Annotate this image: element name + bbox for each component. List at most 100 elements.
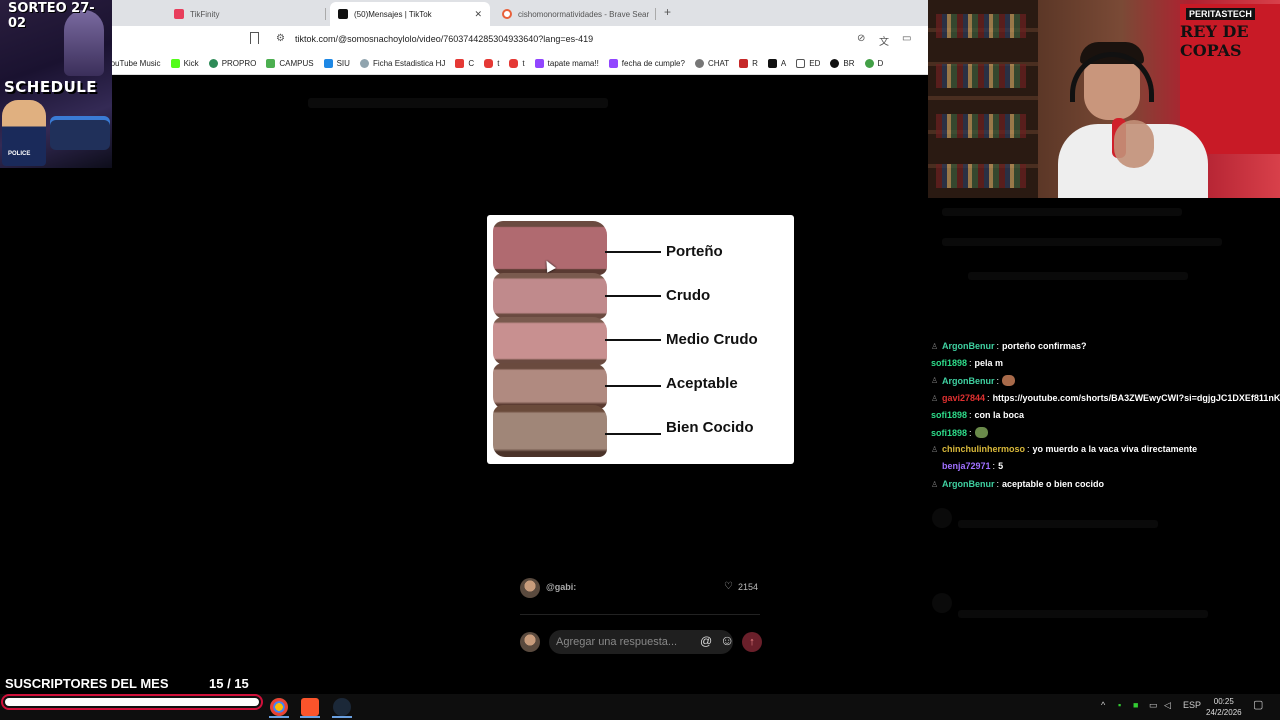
volume-icon[interactable]: ◁ bbox=[1164, 700, 1171, 711]
bookmark-a[interactable]: A bbox=[767, 58, 786, 68]
heart-icon[interactable]: ♡ bbox=[724, 581, 733, 592]
active-indicator bbox=[300, 716, 320, 718]
chat-message: ♙ ArgonBenur : aceptable o bien cocido bbox=[931, 479, 1105, 489]
bookmark-siu[interactable]: SIU bbox=[323, 58, 350, 68]
tab-tiktok-messages[interactable]: (50)Mensajes | TikTok ✕ bbox=[330, 2, 490, 26]
bookmark-t-1[interactable]: t bbox=[484, 58, 499, 68]
steam-icon[interactable] bbox=[333, 698, 351, 716]
bookmark-icon[interactable] bbox=[250, 32, 259, 44]
chat-username[interactable]: ArgonBenur bbox=[942, 479, 995, 489]
chat-username[interactable]: sofi1898 bbox=[931, 410, 967, 420]
mute-icon[interactable]: ⊘ bbox=[857, 33, 865, 44]
bookmark-chat[interactable]: CHAT bbox=[694, 58, 729, 68]
active-indicator bbox=[332, 716, 352, 718]
divider bbox=[520, 614, 760, 615]
chat-username[interactable]: sofi1898 bbox=[931, 428, 967, 438]
chat-username[interactable]: benja72971 bbox=[942, 461, 991, 471]
faint-row bbox=[958, 520, 1158, 528]
label-medio-crudo: Medio Crudo bbox=[666, 331, 758, 348]
new-tab-button[interactable]: + bbox=[664, 5, 671, 19]
bookmark-r[interactable]: R bbox=[739, 58, 758, 68]
chat-text: porteño confirmas? bbox=[1002, 341, 1087, 351]
emote-icon bbox=[1002, 375, 1016, 386]
bookmark-propro[interactable]: PROPRO bbox=[208, 58, 256, 68]
bookmark-youtube-music[interactable]: YouTube Music bbox=[112, 59, 161, 68]
chat-username[interactable]: sofi1898 bbox=[931, 358, 967, 368]
bookmark-c[interactable]: C bbox=[455, 58, 474, 68]
subs-goal-count: 15 / 15 bbox=[209, 676, 249, 691]
avatar[interactable] bbox=[520, 578, 540, 598]
url-field[interactable]: tiktok.com/@somosnachoylolo/video/760374… bbox=[295, 34, 593, 44]
chat-message: ♙ chinchulinhermoso : yo muerdo a la vac… bbox=[931, 444, 1198, 454]
language-indicator[interactable]: ESP bbox=[1183, 700, 1201, 710]
faint-row bbox=[958, 610, 1208, 618]
chat-link[interactable]: https://youtube.com/shorts/BA3ZWEwyCWI?s… bbox=[993, 393, 1280, 403]
stream-chat: ♙ ArgonBenur : porteño confirmas? sofi18… bbox=[928, 198, 1280, 694]
emoji-icon[interactable]: ☺ bbox=[720, 632, 734, 648]
bookmark-ed[interactable]: ED bbox=[796, 58, 820, 68]
chat-username[interactable]: gavi27844 bbox=[942, 393, 985, 403]
chat-message: sofi1898 : con la boca bbox=[931, 410, 1025, 420]
faint-row bbox=[942, 238, 1222, 246]
chat-message: ♙ ArgonBenur : porteño confirmas? bbox=[931, 341, 1087, 351]
books bbox=[936, 164, 1026, 188]
red-app-icon bbox=[455, 58, 465, 68]
site-info-icon[interactable]: ⚙ bbox=[276, 33, 285, 44]
bookmark-br[interactable]: BR bbox=[830, 58, 855, 68]
globe-icon bbox=[359, 58, 369, 68]
tab-separator bbox=[655, 8, 656, 20]
brave-search-icon bbox=[502, 9, 512, 19]
bookmark-kick[interactable]: Kick bbox=[170, 58, 199, 68]
pointer-line bbox=[605, 433, 661, 435]
bookmark-fecha-de-cumple[interactable]: fecha de cumple? bbox=[608, 58, 685, 68]
chat-text: pela m bbox=[974, 358, 1004, 368]
chat-username[interactable]: ArgonBenur bbox=[942, 341, 995, 351]
network-icon[interactable]: ▭ bbox=[1149, 700, 1158, 711]
label-crudo: Crudo bbox=[666, 287, 711, 304]
shield-icon bbox=[739, 58, 749, 68]
label-bien-cocido: Bien Cocido bbox=[666, 419, 754, 436]
bookmark-d[interactable]: D bbox=[864, 58, 883, 68]
bookmark-tapate-mama[interactable]: tapate mama!! bbox=[534, 58, 599, 68]
sidebar-toggle-icon[interactable]: ▭ bbox=[902, 33, 911, 44]
tab-brave-search[interactable]: cishomonormatividades - Brave Sear bbox=[494, 2, 656, 26]
police-car-graphic bbox=[50, 120, 110, 150]
avatar bbox=[520, 632, 540, 652]
tiktok-icon bbox=[338, 9, 348, 19]
nvidia-icon[interactable]: ▪ bbox=[1118, 700, 1121, 710]
close-tab-icon[interactable]: ✕ bbox=[474, 9, 482, 20]
chrome-icon[interactable] bbox=[270, 698, 288, 716]
brave-icon[interactable] bbox=[301, 698, 319, 716]
send-button[interactable]: ↑ bbox=[742, 632, 762, 652]
time-label: 00:25 bbox=[1213, 697, 1234, 706]
youtube-icon bbox=[484, 58, 494, 68]
like-count: 2154 bbox=[738, 582, 759, 592]
label-porteno: Porteño bbox=[666, 243, 723, 260]
bookmark-ficha-estadistica[interactable]: Ficha Estadistica HJ bbox=[359, 58, 445, 68]
chess-badge-icon: ♙ bbox=[931, 341, 939, 351]
siu-icon bbox=[323, 58, 333, 68]
pointer-line bbox=[605, 295, 661, 297]
clock[interactable]: 00:25 24/2/2026 bbox=[1206, 696, 1242, 718]
spotify-icon bbox=[864, 58, 874, 68]
mention-icon[interactable]: @ bbox=[700, 634, 712, 648]
chat-message: sofi1898 : pela m bbox=[931, 358, 1004, 368]
notifications-icon[interactable]: ▢ bbox=[1253, 698, 1263, 711]
twitch-icon bbox=[608, 58, 618, 68]
chat-text: 5 bbox=[998, 461, 1004, 471]
steak-slice-aceptable bbox=[493, 363, 607, 409]
kick-icon bbox=[170, 58, 180, 68]
bookmark-campus[interactable]: CAMPUS bbox=[266, 58, 314, 68]
chat-username[interactable]: chinchulinhermoso bbox=[942, 444, 1025, 454]
comment-username[interactable]: @gabi: bbox=[546, 582, 576, 592]
chat-username[interactable]: ArgonBenur bbox=[942, 376, 995, 386]
chevron-up-icon[interactable]: ^ bbox=[1101, 700, 1105, 710]
chat-message: sofi1898 : bbox=[931, 427, 988, 438]
schedule-label: SCHEDULE bbox=[4, 78, 98, 96]
bookmark-t-2[interactable]: t bbox=[509, 58, 525, 68]
security-icon[interactable]: ■ bbox=[1133, 700, 1138, 710]
tab-label: cishomonormatividades - Brave Sear bbox=[518, 9, 650, 19]
translate-icon[interactable]: 文 bbox=[879, 33, 889, 48]
steak-doneness-image[interactable]: Porteño Crudo Medio Crudo Aceptable Bien… bbox=[487, 215, 794, 464]
tab-tikfinity[interactable]: TikFinity bbox=[166, 2, 326, 26]
